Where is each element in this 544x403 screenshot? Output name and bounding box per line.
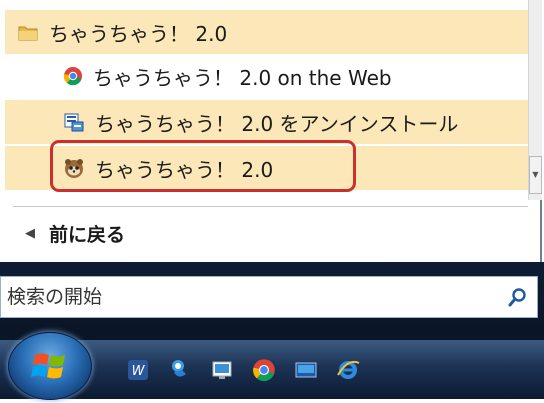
ie-icon[interactable] (334, 356, 362, 384)
menu-item-uninstall[interactable]: ちゃうちゃう！ 2.0 をアンインストール (5, 100, 528, 144)
windows-logo-icon (31, 353, 65, 379)
menu-item-uninstall-label: ちゃうちゃう！ 2.0 をアンインストール (95, 111, 459, 136)
word-icon[interactable]: W (124, 356, 152, 384)
search-icon[interactable] (507, 286, 529, 308)
chrome-icon (63, 67, 82, 86)
divider (13, 206, 528, 207)
folder-item-chauchau[interactable]: ちゃうちゃう！ 2.0 (5, 10, 528, 54)
switch-windows-icon[interactable] (292, 356, 320, 384)
back-label: 前に戻る (49, 223, 126, 246)
search-input[interactable] (1, 285, 507, 309)
selection-highlight-box (50, 140, 356, 192)
folder-label: ちゃうちゃう！ 2.0 (49, 21, 228, 46)
back-button[interactable]: ◀ 前に戻る (5, 214, 528, 252)
menu-item-web-label: ちゃうちゃう！ 2.0 on the Web (93, 65, 392, 90)
program-list: ちゃうちゃう！ 2.0 ちゃうちゃう！ 2.0 on the Web ちゃうちゃ… (5, 0, 528, 198)
svg-text:W: W (132, 364, 146, 379)
scroll-down-arrow-icon[interactable]: ▼ (529, 156, 542, 194)
chrome-taskbar-icon[interactable] (250, 356, 278, 384)
folder-icon (18, 26, 38, 41)
show-desktop-icon[interactable] (208, 356, 236, 384)
quick-launch: W (124, 356, 362, 388)
messenger-icon[interactable] (166, 356, 194, 384)
start-button[interactable] (8, 332, 92, 400)
search-box[interactable] (0, 276, 538, 318)
back-arrow-icon: ◀ (25, 225, 35, 241)
menu-item-web[interactable]: ちゃうちゃう！ 2.0 on the Web (5, 54, 528, 98)
uninstall-icon (64, 113, 84, 132)
scrollbar[interactable]: ▼ (528, 0, 542, 200)
